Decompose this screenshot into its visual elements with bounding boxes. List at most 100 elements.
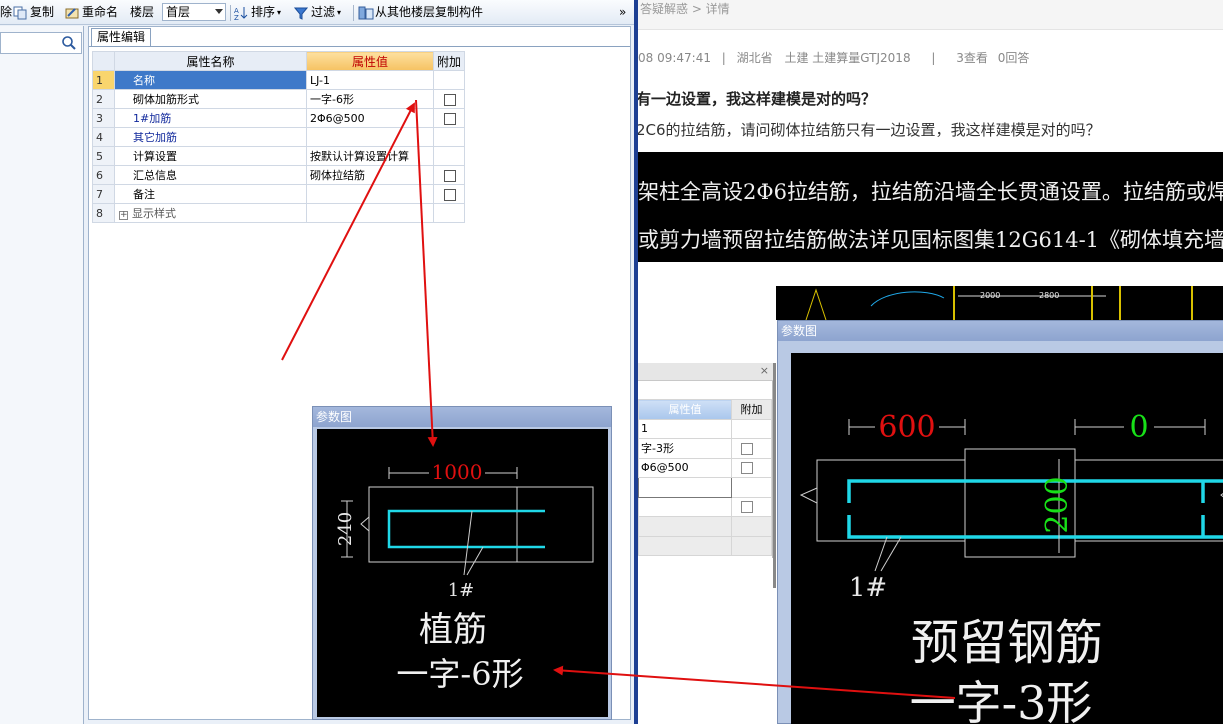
tab-property-edit[interactable]: 属性编辑: [91, 28, 152, 46]
property-name[interactable]: 其它加筋: [114, 127, 307, 147]
extra-checkbox: [741, 501, 753, 514]
post-location: 湖北省: [736, 51, 773, 65]
tab-divider: [89, 46, 630, 47]
overflow-icon: »: [619, 5, 627, 19]
table-row[interactable]: 1 名称 LJ-1: [92, 70, 466, 90]
close-icon[interactable]: ×: [760, 364, 769, 377]
dimension-left-text: 600: [878, 410, 935, 445]
copy-button[interactable]: 复制: [13, 4, 54, 21]
filter-button[interactable]: 过滤 ▾: [293, 4, 341, 21]
extra-cell: [731, 457, 772, 478]
view-count: 3查看: [956, 51, 988, 65]
table-row[interactable]: 3 1#加筋 2Φ6@500: [92, 108, 466, 128]
meta-separator: |: [721, 51, 726, 65]
post-category[interactable]: 土建 土建算量GTJ2018: [784, 51, 910, 65]
parameter-figure-title: 参数图: [313, 407, 611, 427]
extra-cell: [432, 127, 466, 147]
cad-drawing: 2000 2800: [805, 286, 1193, 320]
property-name[interactable]: 砌体加筋形式: [114, 89, 307, 109]
spec-image: 架柱全高设2Φ6拉结筋，拉结筋沿墙全长贯通设置。拉结筋或焊接钢筋网片沿墙体高度 …: [638, 152, 1223, 262]
extra-cell: [432, 89, 466, 109]
floor-label: 楼层: [130, 4, 154, 21]
table-row[interactable]: 5 计算设置 按默认计算设置计算: [92, 146, 466, 166]
property-value[interactable]: [306, 203, 434, 223]
table-row[interactable]: 2 砌体加筋形式 一字-6形: [92, 89, 466, 109]
extra-checkbox[interactable]: [444, 169, 456, 182]
search-input[interactable]: [0, 32, 82, 54]
corner-cell: [92, 51, 115, 71]
floor-select[interactable]: 首层: [162, 3, 226, 21]
row-number: 2: [92, 89, 115, 109]
property-value[interactable]: LJ-1: [306, 70, 434, 90]
table-row: 1: [638, 418, 772, 439]
property-name[interactable]: 名称: [114, 70, 307, 90]
delete-label: 除: [0, 5, 13, 19]
column-header-name[interactable]: 属性名称: [114, 51, 307, 71]
property-name-text: 显示样式: [132, 207, 176, 220]
property-value[interactable]: 2Φ6@500: [306, 108, 434, 128]
extra-cell: [432, 70, 466, 90]
column-header-value[interactable]: 属性值: [306, 51, 434, 71]
copy-label: 复制: [30, 5, 55, 19]
property-name[interactable]: 备注: [114, 184, 307, 204]
break-line: [799, 460, 818, 541]
property-value[interactable]: 按默认计算设置计算: [306, 146, 434, 166]
question-body: 2C6的拉结筋，请问砌体拉结筋只有一边设置，我这样建模是对的吗？: [638, 121, 1101, 139]
leader-line: [880, 536, 902, 572]
embedded-property-panel: × 属性值 附加 1 字-3形 Φ6@500: [638, 363, 773, 558]
row-number: 6: [92, 165, 115, 185]
property-name[interactable]: 计算设置: [114, 146, 307, 166]
floor-label-text: 楼层: [130, 5, 155, 19]
property-value[interactable]: [306, 127, 434, 147]
row-number: 5: [92, 146, 115, 166]
wall-outline: [368, 486, 518, 563]
leader-line: [466, 546, 484, 576]
copy-from-floor-button[interactable]: 从其他楼层复制构件: [358, 4, 483, 21]
column-header-extra[interactable]: 附加: [432, 51, 466, 71]
toolbar-overflow-button[interactable]: »: [619, 4, 626, 21]
delete-button[interactable]: 除: [0, 4, 12, 21]
column-header-value: 属性值: [638, 399, 732, 420]
search-icon[interactable]: [61, 35, 77, 51]
table-header-row: 属性值 附加: [638, 399, 772, 420]
extra-cell: [432, 203, 466, 223]
dimension-length-text: 1000: [432, 460, 483, 484]
toolbar: 除 复制 重命名 楼层 首层 AZ 排序 ▾ 过滤 ▾ 从其他楼层复制构件 »: [0, 0, 636, 25]
table-row[interactable]: 4 其它加筋: [92, 127, 466, 147]
row-number: 8: [92, 203, 115, 223]
property-name[interactable]: 汇总信息: [114, 165, 307, 185]
table-row[interactable]: 6 汇总信息 砌体拉结筋: [92, 165, 466, 185]
extra-checkbox[interactable]: [444, 188, 456, 201]
extra-cell: [432, 165, 466, 185]
property-value: [638, 496, 732, 517]
breadcrumb-text[interactable]: 答疑解惑 > 详情: [640, 2, 730, 16]
sort-icon: AZ: [234, 6, 248, 22]
copy-from-floor-label: 从其他楼层复制构件: [375, 5, 484, 19]
property-value: [638, 535, 732, 556]
property-name[interactable]: 1#加筋: [114, 108, 307, 128]
copy-from-floor-icon: [358, 6, 374, 20]
table-row[interactable]: 8 + 显示样式: [92, 203, 466, 223]
property-value[interactable]: 砌体拉结筋: [306, 165, 434, 185]
tab-property-edit-label: 属性编辑: [97, 30, 146, 44]
cad-label: 2000: [980, 291, 1000, 300]
property-value[interactable]: [306, 184, 434, 204]
rename-button[interactable]: 重命名: [65, 4, 118, 21]
filter-icon: [293, 6, 309, 20]
row-number: 4: [92, 127, 115, 147]
property-value: [638, 516, 732, 537]
svg-text:Z: Z: [234, 14, 239, 20]
extra-checkbox[interactable]: [444, 112, 456, 125]
row-number: 3: [92, 108, 115, 128]
parameter-figure-window-2: 参数图 600 0 200 1# 预留钢筋 一字-3形: [777, 320, 1223, 724]
property-name[interactable]: + 显示样式: [114, 203, 307, 223]
break-line: [360, 487, 370, 562]
rename-label: 重命名: [82, 5, 119, 19]
sort-button[interactable]: AZ 排序 ▾: [234, 4, 281, 22]
dimension-right-text: 0: [1129, 410, 1148, 445]
extra-checkbox[interactable]: [444, 93, 456, 106]
property-value[interactable]: 一字-6形: [306, 89, 434, 109]
table-row[interactable]: 7 备注: [92, 184, 466, 204]
sort-label: 排序: [251, 5, 276, 19]
expand-icon[interactable]: +: [119, 211, 128, 220]
